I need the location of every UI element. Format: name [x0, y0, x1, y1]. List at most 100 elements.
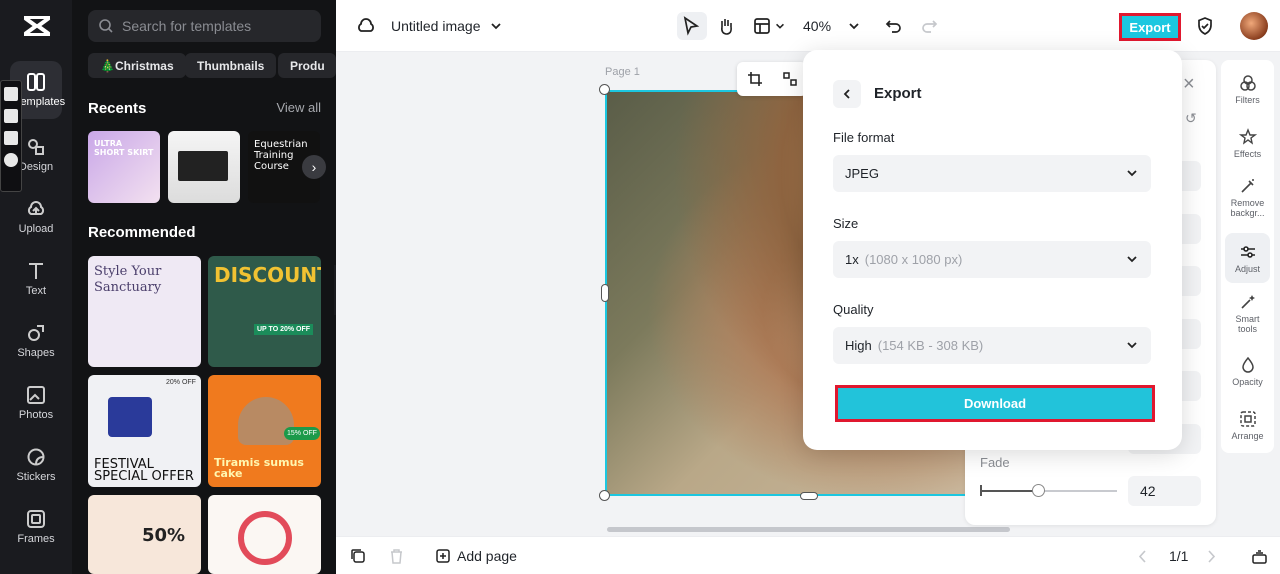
- rail-item-text[interactable]: Text: [0, 250, 72, 308]
- settings-icon[interactable]: [4, 153, 18, 167]
- resize-handle-top-left[interactable]: [599, 84, 610, 95]
- chevron-down-icon: [1127, 170, 1137, 177]
- resize-handle-bottom[interactable]: [800, 492, 818, 500]
- crop-icon[interactable]: [747, 71, 763, 87]
- tool-label: Smart tools: [1235, 313, 1260, 334]
- chevron-left-icon: [1138, 549, 1146, 563]
- rail-item-photos[interactable]: Photos: [0, 374, 72, 432]
- chevron-down-icon: [776, 23, 784, 29]
- recent-template-2[interactable]: [168, 131, 240, 203]
- video-icon[interactable]: [4, 109, 18, 123]
- previous-page-button[interactable]: [1134, 537, 1151, 574]
- tool-opacity[interactable]: Opacity: [1225, 346, 1270, 396]
- size-select[interactable]: 1x (1080 x 1080 px): [833, 241, 1151, 278]
- recents-title: Recents: [88, 100, 147, 117]
- size-label: Size: [833, 216, 859, 231]
- rail-item-label: Photos: [18, 409, 54, 421]
- close-icon[interactable]: ×: [1183, 73, 1195, 96]
- effects-icon: [1238, 127, 1257, 145]
- recommended-template-3[interactable]: FESTIVAL SPECIAL OFFER 20% OFF: [88, 375, 201, 487]
- carousel-next-button[interactable]: ›: [302, 155, 326, 179]
- export-button[interactable]: Export: [1119, 13, 1181, 41]
- window-icon[interactable]: [4, 131, 18, 145]
- remove-background-icon: [1240, 178, 1254, 193]
- rail-item-shapes[interactable]: Shapes: [0, 312, 72, 370]
- filters-icon: [1239, 74, 1256, 91]
- chip-christmas[interactable]: 🎄Christmas: [88, 53, 186, 78]
- reset-icon[interactable]: ↺: [1185, 110, 1197, 127]
- delete-page-button[interactable]: [388, 537, 405, 574]
- chip-products[interactable]: Produ: [278, 53, 336, 78]
- bottom-bar: Add page 1/1: [336, 536, 1280, 574]
- fade-value-input[interactable]: 42: [1128, 476, 1201, 506]
- template-text: Style Your Sanctuary: [94, 264, 162, 295]
- back-button[interactable]: [833, 80, 861, 108]
- screen-recorder-toolbar[interactable]: [0, 80, 22, 192]
- redo-button[interactable]: [919, 0, 939, 52]
- text-icon: [29, 263, 43, 279]
- photos-icon: [27, 386, 45, 404]
- document-title[interactable]: Untitled image: [391, 0, 503, 52]
- capcut-logo-icon[interactable]: [22, 12, 52, 40]
- select-tool-button[interactable]: [677, 0, 707, 52]
- undo-icon: [885, 20, 901, 33]
- quality-select[interactable]: High (154 KB - 308 KB): [833, 327, 1151, 364]
- chip-thumbnails[interactable]: Thumbnails: [185, 53, 277, 78]
- redo-icon: [922, 20, 938, 33]
- file-format-select[interactable]: JPEG: [833, 155, 1151, 192]
- zoom-value: 40%: [803, 18, 832, 34]
- rail-item-upload[interactable]: Upload: [0, 188, 72, 246]
- tool-arrange[interactable]: Arrange: [1225, 400, 1270, 450]
- rail-item-frames[interactable]: Frames: [0, 498, 72, 556]
- template-thumbnail: [178, 151, 228, 181]
- page-counter: 1/1: [1169, 548, 1189, 564]
- chevron-right-icon: [1208, 549, 1216, 563]
- hand-tool-button[interactable]: [716, 0, 736, 52]
- resize-handle-left[interactable]: [601, 284, 609, 302]
- undo-button[interactable]: [884, 0, 904, 52]
- tool-label: Effects: [1233, 148, 1262, 159]
- horizontal-scrollbar[interactable]: [607, 527, 1010, 532]
- tool-effects[interactable]: Effects: [1225, 118, 1270, 168]
- zoom-control[interactable]: 40%: [803, 0, 861, 52]
- tool-filters[interactable]: Filters: [1225, 64, 1270, 114]
- quality-label: Quality: [833, 302, 874, 317]
- download-button[interactable]: Download: [835, 385, 1155, 422]
- recommended-template-5[interactable]: 50%: [88, 495, 201, 574]
- layout-menu-button[interactable]: [752, 0, 786, 52]
- tool-adjust[interactable]: Adjust: [1225, 233, 1270, 283]
- search-icon: [99, 19, 113, 33]
- chevron-down-icon: [1127, 256, 1137, 263]
- recommended-template-2[interactable]: DISCOUNT UP TO 20% OFF: [208, 256, 321, 367]
- template-search-input[interactable]: Search for templates: [88, 10, 321, 42]
- camera-icon[interactable]: [4, 87, 18, 101]
- fade-slider[interactable]: [980, 484, 1117, 497]
- rail-item-label: Frames: [17, 533, 55, 545]
- next-page-button[interactable]: [1203, 537, 1220, 574]
- rail-item-stickers[interactable]: Stickers: [0, 436, 72, 494]
- duplicate-icon: [351, 548, 365, 563]
- resize-handle-bottom-left[interactable]: [599, 490, 610, 501]
- view-all-link[interactable]: View all: [276, 100, 321, 115]
- template-text: Tiramis sumus cake: [214, 456, 304, 480]
- duplicate-page-button[interactable]: [350, 537, 367, 574]
- top-bar: Untitled image 40% Export: [336, 0, 1280, 52]
- shield-button[interactable]: [1195, 0, 1215, 52]
- tool-label: Remove backgr...: [1230, 197, 1265, 218]
- flip-icon[interactable]: [782, 71, 798, 87]
- page-manager-button[interactable]: [1251, 537, 1268, 574]
- tool-remove-background[interactable]: Remove backgr...: [1225, 172, 1270, 222]
- templates-icon: [27, 73, 45, 91]
- chevron-down-icon: [849, 23, 859, 30]
- template-text: 50%: [142, 525, 186, 546]
- recent-template-1[interactable]: ULTRA SHORT SKIRT: [88, 131, 160, 203]
- add-page-button[interactable]: Add page: [435, 537, 517, 574]
- recommended-template-4[interactable]: Tiramis sumus cake 15% OFF: [208, 375, 321, 487]
- design-icon: [28, 139, 44, 155]
- recommended-template-1[interactable]: Style Your Sanctuary: [88, 256, 201, 367]
- user-avatar[interactable]: [1240, 12, 1268, 40]
- tool-smart-tools[interactable]: Smart tools: [1225, 288, 1270, 338]
- cloud-sync-icon[interactable]: [356, 0, 376, 52]
- quality-value: High: [845, 338, 872, 353]
- recommended-template-6[interactable]: [208, 495, 321, 574]
